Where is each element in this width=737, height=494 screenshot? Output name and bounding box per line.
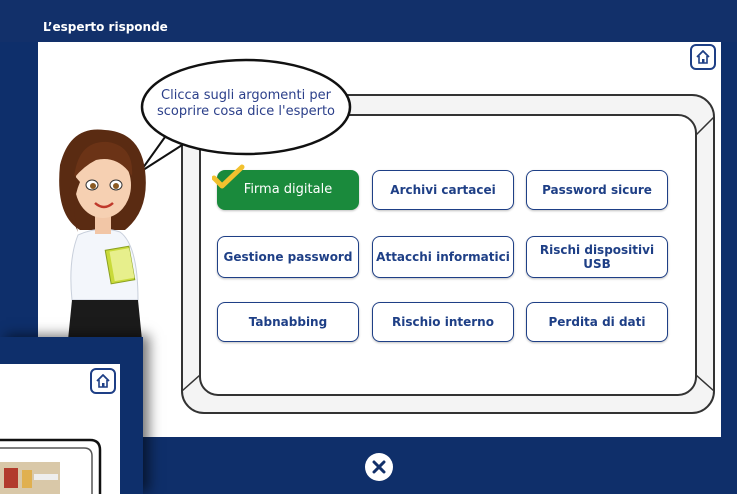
home-icon: [96, 374, 110, 388]
overlapping-window-frame: [0, 438, 102, 494]
overlay-home-button[interactable]: [90, 368, 116, 394]
